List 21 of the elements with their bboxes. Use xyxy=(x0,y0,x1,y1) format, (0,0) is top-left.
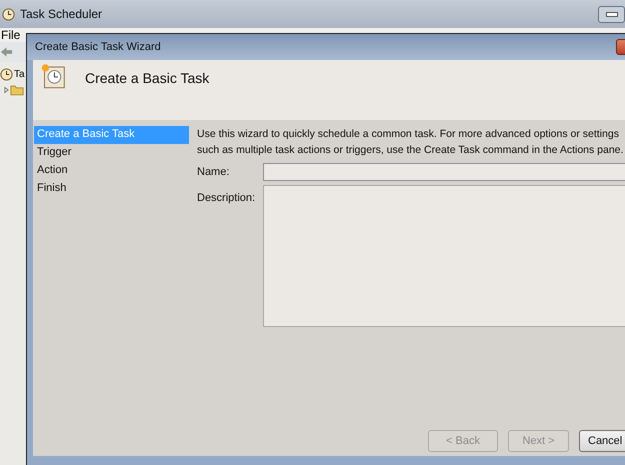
wizard-step[interactable]: Action xyxy=(34,162,189,180)
menu-item[interactable]: File xyxy=(1,28,20,42)
description-field[interactable] xyxy=(263,185,625,327)
clock-icon xyxy=(2,8,15,20)
field-label: Description: xyxy=(197,191,256,206)
wizard-heading: Create a Basic Task xyxy=(85,70,210,86)
folder-icon[interactable] xyxy=(10,84,24,96)
dialog-title: Create Basic Task Wizard xyxy=(35,41,161,53)
field-label: Name: xyxy=(197,166,230,178)
window-title: Task Scheduler xyxy=(20,7,102,21)
wizard-step[interactable]: Finish xyxy=(34,180,189,198)
intro-text: Use this wizard to quickly schedule a common task. For more advanced options or settings such as multiple task actions or triggers, use the Create Task command in the Actions pane. xyxy=(197,127,624,158)
clock-icon xyxy=(0,68,13,80)
back-arrow-icon[interactable] xyxy=(0,46,13,58)
tree-item[interactable]: Ta xyxy=(14,68,25,80)
expand-icon[interactable] xyxy=(4,86,9,94)
minimize-button[interactable] xyxy=(598,6,625,22)
wizard-step[interactable]: Trigger xyxy=(34,144,189,162)
scheduled-task-icon xyxy=(40,62,67,90)
name-field[interactable] xyxy=(263,163,625,181)
wizard-button[interactable]: Cancel xyxy=(579,430,625,452)
